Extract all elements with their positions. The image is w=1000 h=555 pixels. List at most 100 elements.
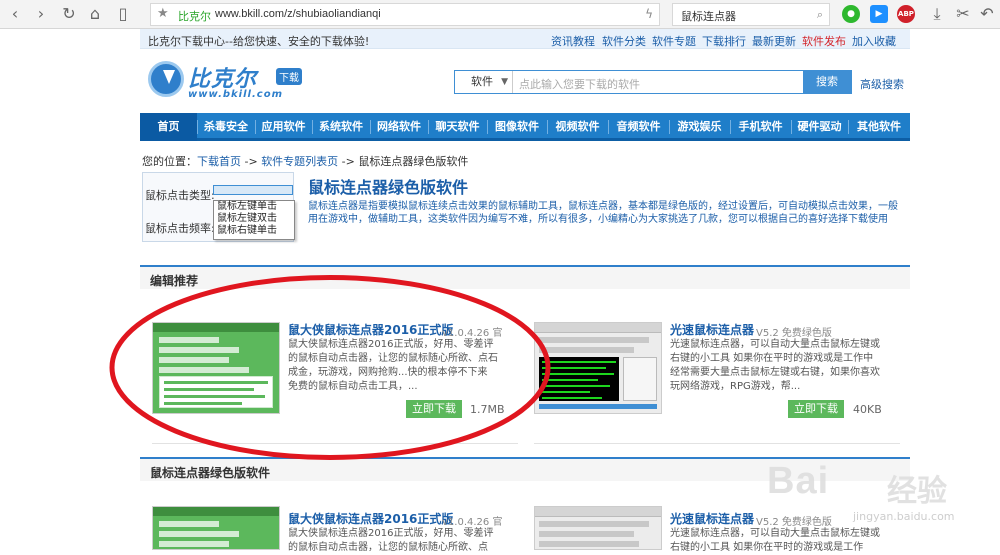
red-annotation-oval (109, 275, 551, 460)
browser-toolbar: ‹ › ↻ ⌂ ▯ ★ 比克尔 www.bkill.com/z/shubiaol… (0, 0, 1000, 29)
filter-panel: 鼠标点击类型: 鼠标点击频率: 鼠标左键单击 鼠标左键双击 鼠标右键单击 (142, 172, 295, 242)
nav-item[interactable]: 首页 (140, 113, 197, 141)
slogan: 比克尔下载中心--给您快速、安全的下载体验! (148, 35, 370, 48)
product-screenshot[interactable] (152, 506, 280, 550)
click-freq-label: 鼠标点击频率: (145, 222, 215, 235)
breadcrumb-home[interactable]: 下载首页 (197, 155, 241, 168)
nav-item[interactable]: 应用软件 (255, 113, 312, 141)
baidu-watermark: Bai 经验 jingyan.baidu.com (765, 460, 997, 546)
nav-separator (312, 120, 313, 134)
site-name: 比克尔 (178, 10, 211, 23)
watermark-url: jingyan.baidu.com (853, 510, 955, 523)
nav-item[interactable]: 手机软件 (730, 113, 791, 141)
nav-separator (487, 120, 488, 134)
click-type-select[interactable] (213, 185, 293, 195)
play-icon[interactable]: ▶ (870, 5, 888, 23)
product-version: v1.0.4.26 官 (442, 517, 503, 528)
nav-separator (370, 120, 371, 134)
main-nav: 首页 杀毒安全 应用软件 系统软件 网络软件 聊天软件 图像软件 视频软件 音频软件 游戏娱乐 手机… (140, 113, 910, 141)
product-title[interactable]: 光速鼠标连点器 (670, 510, 754, 527)
click-type-dropdown: 鼠标左键单击 鼠标左键双击 鼠标右键单击 (213, 200, 295, 240)
nav-item[interactable]: 聊天软件 (428, 113, 487, 141)
nav-item[interactable]: 音频软件 (608, 113, 669, 141)
product-description: 鼠大侠鼠标连点器2016正式版，好用、零差评的鼠标自动点击器，让您的鼠标随心所欲… (288, 528, 494, 553)
logo-download-icon (148, 61, 184, 97)
advanced-search-link[interactable]: 高级搜索 (860, 76, 904, 92)
search-icon[interactable]: ⌕ (817, 8, 823, 22)
logo-tag: 下载 (276, 68, 302, 85)
divider (534, 443, 900, 444)
breadcrumb: 您的位置：下载首页 -> 软件专题列表页 -> 鼠标连点器绿色版软件 (142, 153, 468, 169)
page-description: 鼠标连点器是指要模拟鼠标连续点击效果的鼠标辅助工具，鼠标连点器，基本都是绿色版的… (308, 201, 898, 225)
nav-item[interactable]: 网络软件 (370, 113, 428, 141)
adblock-icon[interactable]: ABP (897, 5, 915, 23)
link-publish[interactable]: 软件发布 (802, 33, 846, 49)
dropdown-option[interactable]: 鼠标右键单击 (214, 225, 294, 237)
site-logo[interactable]: 比克尔 下载 www.bkill.com (148, 59, 318, 104)
search-button[interactable]: 搜索 (803, 71, 851, 93)
nav-separator (197, 120, 198, 134)
watermark-jingyan: 经验 (887, 474, 947, 509)
nav-item[interactable]: 图像软件 (487, 113, 547, 141)
back-icon[interactable]: ‹ (4, 4, 26, 24)
product-title[interactable]: 鼠大侠鼠标连点器2016正式版 (288, 510, 453, 527)
nav-item[interactable]: 其他软件 (848, 113, 910, 141)
nav-separator (848, 120, 849, 134)
search-type-select[interactable]: 软件 ▼ (455, 71, 513, 93)
product-version: V5.2 免费绿色版 (756, 328, 832, 339)
dropdown-option[interactable]: 鼠标左键单击 (214, 201, 294, 213)
browser-search-box[interactable]: 鼠标连点器 ⌕ (672, 3, 830, 26)
link-topics[interactable]: 软件专题 (652, 33, 696, 49)
download-button[interactable]: 立即下载 (788, 400, 844, 418)
product-screenshot[interactable] (534, 506, 662, 550)
url-text[interactable]: www.bkill.com/z/shubiaoliandianqi (215, 8, 381, 20)
lightning-icon[interactable]: ϟ (645, 7, 653, 21)
address-bar[interactable]: ★ 比克尔 www.bkill.com/z/shubiaoliandianqi … (150, 3, 660, 26)
dropdown-option[interactable]: 鼠标左键双击 (214, 213, 294, 225)
nav-separator (730, 120, 731, 134)
product-screenshot[interactable] (534, 322, 662, 414)
link-category[interactable]: 软件分类 (602, 33, 646, 49)
product-description: 光速鼠标连点器，可以自动大量点击鼠标左键或右键的小工具 如果你在平时的游戏或是工… (670, 339, 880, 392)
link-favorite[interactable]: 加入收藏 (852, 33, 896, 49)
home-icon[interactable]: ⌂ (84, 4, 106, 24)
wechat-icon[interactable]: ● (842, 5, 860, 23)
product-size: 40KB (853, 403, 882, 416)
reload-icon[interactable]: ↻ (58, 4, 80, 24)
nav-item[interactable]: 视频软件 (547, 113, 608, 141)
nav-item[interactable]: 硬件驱动 (791, 113, 848, 141)
breadcrumb-sep: -> (338, 155, 359, 168)
click-type-label: 鼠标点击类型: (145, 189, 215, 202)
top-strip: 比克尔下载中心--给您快速、安全的下载体验! 资讯教程 软件分类 软件专题 下载… (140, 29, 910, 49)
undo-icon[interactable]: ↶ (976, 4, 998, 24)
breadcrumb-list[interactable]: 软件专题列表页 (261, 155, 338, 168)
download-icon[interactable]: ⤓ (926, 4, 948, 24)
scissors-icon[interactable]: ✂ (952, 4, 974, 24)
nav-separator (608, 120, 609, 134)
section-title: 鼠标连点器绿色版软件 (150, 466, 271, 480)
logo-domain: www.bkill.com (188, 89, 283, 100)
nav-item[interactable]: 杀毒安全 (197, 113, 255, 141)
nav-item[interactable]: 游戏娱乐 (669, 113, 730, 141)
page-title: 鼠标连点器绿色版软件 (308, 178, 469, 197)
chevron-down-icon: ▼ (501, 77, 508, 87)
nav-separator (255, 120, 256, 134)
bookmark-star-icon[interactable]: ★ (157, 6, 169, 21)
search-type-label: 软件 (471, 75, 493, 88)
forward-icon[interactable]: › (30, 4, 52, 24)
search-input[interactable]: 点此输入您要下载的软件 (519, 76, 640, 92)
product-title[interactable]: 光速鼠标连点器 (670, 321, 754, 338)
breadcrumb-prefix: 您的位置： (142, 155, 197, 168)
nav-separator (547, 120, 548, 134)
nav-item[interactable]: 系统软件 (312, 113, 370, 141)
breadcrumb-sep: -> (241, 155, 262, 168)
nav-separator (428, 120, 429, 134)
breadcrumb-current: 鼠标连点器绿色版软件 (358, 155, 469, 168)
link-ranking[interactable]: 下载排行 (702, 33, 746, 49)
link-news[interactable]: 资讯教程 (551, 33, 595, 49)
nav-separator (791, 120, 792, 134)
watermark-logo: Bai (767, 460, 830, 502)
nav-separator (669, 120, 670, 134)
reading-icon[interactable]: ▯ (112, 4, 134, 24)
link-latest[interactable]: 最新更新 (752, 33, 796, 49)
